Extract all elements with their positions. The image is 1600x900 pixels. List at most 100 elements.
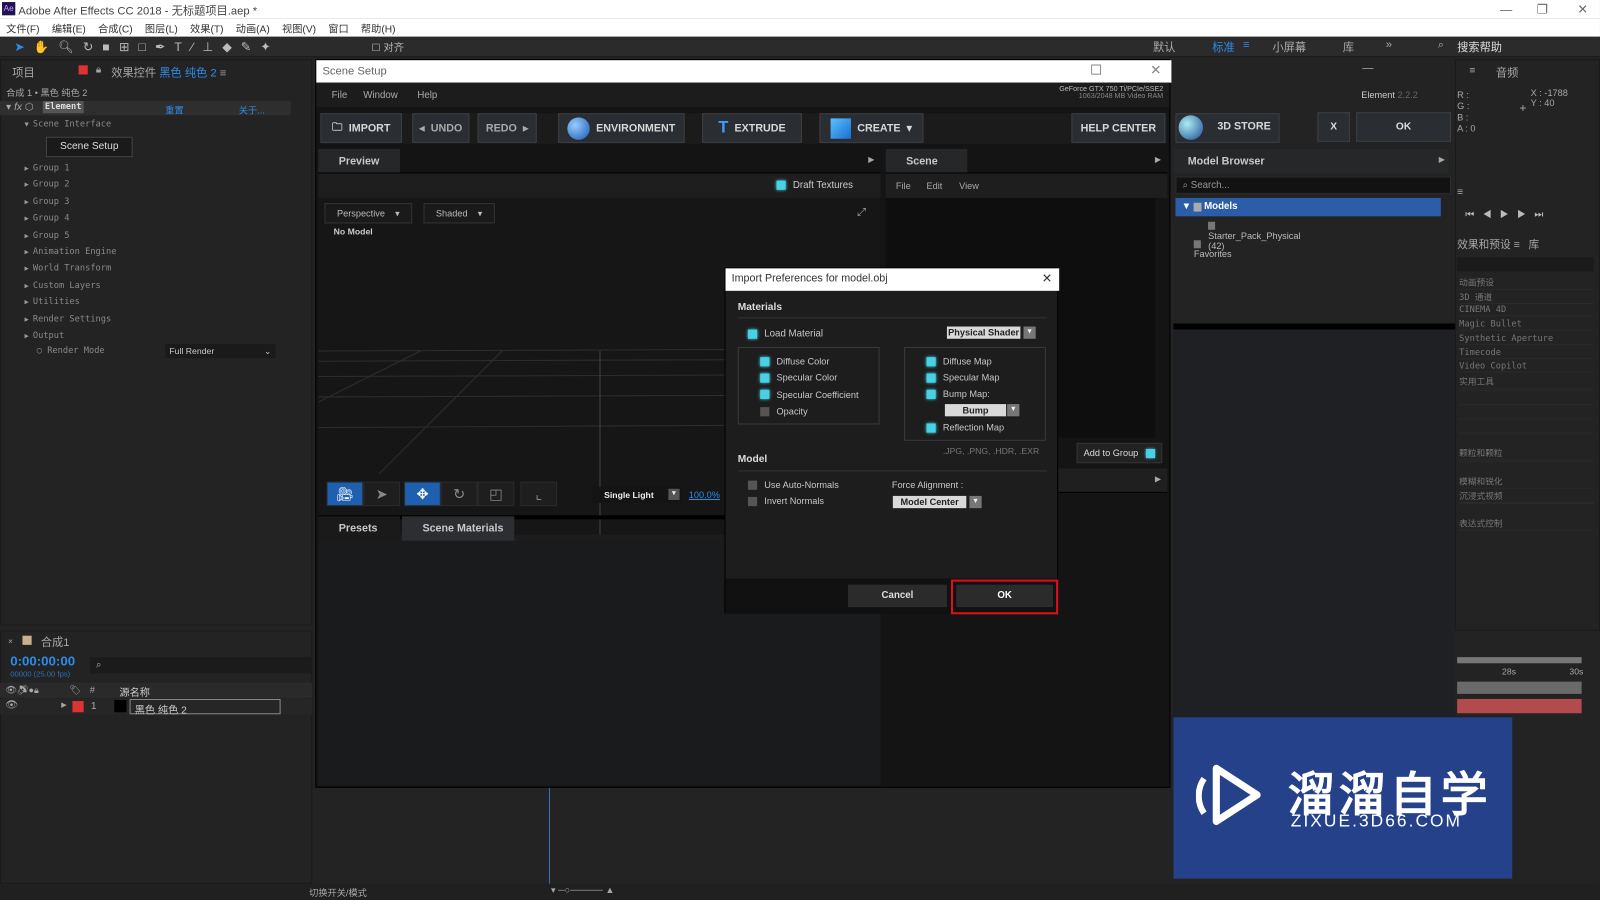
scene-setup-button[interactable]: Scene Setup [45, 136, 133, 158]
checkbox[interactable] [926, 356, 936, 366]
expand-icon[interactable]: ▶ [61, 701, 67, 709]
rectangle-tool-icon[interactable]: □ [138, 39, 145, 53]
material-option-checkbox[interactable]: Specular Coefficient [760, 390, 859, 400]
pan-behind-icon[interactable]: ⊞ [119, 39, 129, 53]
close-icon[interactable]: ✕ [1578, 2, 1588, 16]
checkbox[interactable] [747, 496, 758, 506]
effect-category[interactable]: 实用工具 [1459, 376, 1594, 390]
effect-category[interactable]: 沉浸式视频 [1459, 489, 1594, 503]
effect-group[interactable]: ▶ World Transform [24, 261, 111, 277]
menu-composition[interactable]: 合成(C) [98, 20, 133, 35]
close-scene-button[interactable]: X [1317, 112, 1350, 142]
playhead-line[interactable] [548, 787, 550, 884]
close-icon[interactable]: ✕ [1042, 271, 1052, 285]
effect-group[interactable]: ▶ Output [24, 328, 64, 344]
effect-group[interactable]: ▶ Group 1 [24, 160, 69, 176]
menu-help[interactable]: 帮助(H) [361, 20, 396, 35]
menu-animation[interactable]: 动画(A) [236, 20, 270, 35]
shading-dropdown[interactable]: Shaded ▾ [423, 203, 495, 224]
effect-category[interactable]: 表达式控制 [1459, 518, 1594, 531]
effect-category[interactable]: Magic Bullet [1459, 319, 1594, 331]
expand-icon[interactable]: ▾ fx ⬡ [6, 102, 34, 113]
help-search-input[interactable]: 搜索帮助 [1457, 39, 1502, 55]
panel-menu-arrow-icon[interactable]: ▶ [1155, 474, 1161, 483]
effect-category[interactable]: Video Copilot [1459, 362, 1594, 373]
checkbox[interactable] [926, 422, 936, 433]
material-option-checkbox[interactable]: Specular Color [760, 373, 837, 383]
timeline-search-input[interactable]: ⌕ [89, 657, 313, 674]
toggle-switches-modes[interactable]: 切换开关/模式 [309, 886, 367, 899]
lighting-dropdown[interactable]: Single Light ▾ [591, 486, 682, 504]
auto-normals-checkbox[interactable]: Use Auto-Normals [747, 480, 839, 490]
camera-mode-button[interactable]: 🎥︎ [326, 481, 364, 507]
tab-audio[interactable]: 音频 [1496, 64, 1518, 80]
tab-effects-presets[interactable]: 效果和预设 ≡ [1457, 237, 1520, 252]
workspace-default[interactable]: 默认 [1153, 39, 1175, 55]
effect-group[interactable]: ▶ Group 2 [24, 177, 69, 193]
expand-viewport-icon[interactable]: ⤢ [857, 206, 866, 219]
effect-group[interactable]: ▶ Group 5 [24, 227, 69, 243]
select-mode-button[interactable]: ➤ [363, 481, 400, 507]
info-menu-icon[interactable]: ≡ [1469, 65, 1475, 76]
effect-group[interactable]: ▶ Custom Layers [24, 277, 100, 293]
panel-menu-arrow-icon[interactable]: ▶ [1439, 155, 1445, 164]
effect-category[interactable] [1459, 460, 1594, 462]
material-option-checkbox[interactable]: Opacity [760, 406, 808, 417]
rotate-tool-icon[interactable]: ↻ [83, 39, 93, 53]
workspace-standard[interactable]: 标准 [1212, 39, 1234, 55]
eye-icon[interactable]: 👁︎ [5, 700, 18, 711]
zoom-slider[interactable]: ▾ ─○───── ▲ [551, 885, 614, 896]
draft-textures-checkbox[interactable]: Draft Textures [776, 180, 853, 191]
layer-duration-bar[interactable] [1457, 698, 1582, 714]
tab-library[interactable]: 库 [1529, 237, 1540, 252]
brush-tool-icon[interactable]: ∕ [191, 39, 193, 53]
effect-category[interactable]: 3D 通道 [1459, 291, 1594, 304]
panel-menu-arrow-icon[interactable]: ▶ [1155, 155, 1161, 164]
model-search-input[interactable]: ⌕ Search... [1175, 176, 1452, 194]
effect-category[interactable]: 颗粒和颗粒 [1459, 447, 1594, 460]
selection-tool-icon[interactable]: ➤ [14, 39, 24, 53]
tab-presets[interactable]: Presets [318, 516, 400, 541]
scene-menu-file[interactable]: File [896, 181, 911, 191]
map-option-checkbox[interactable]: Specular Map [926, 372, 1000, 383]
checkbox[interactable] [747, 480, 758, 490]
menu-window[interactable]: Window [363, 90, 397, 101]
menu-file[interactable]: File [332, 90, 348, 101]
checkbox[interactable] [747, 329, 758, 339]
map-option-checkbox[interactable]: Bump Map: [926, 389, 990, 399]
effect-category[interactable]: Timecode [1459, 347, 1594, 359]
shader-dropdown[interactable]: Physical Shader [946, 326, 1021, 339]
workspace-library[interactable]: 库 [1343, 39, 1354, 55]
effect-group[interactable]: ▶ Utilities [24, 294, 79, 310]
import-button[interactable]: 🗀 IMPORT [320, 113, 403, 143]
effect-category[interactable] [1459, 418, 1594, 420]
caret-down-icon[interactable]: ▼ [1023, 326, 1036, 339]
scene-menu-edit[interactable]: Edit [927, 181, 943, 191]
minimize-icon[interactable]: — [1500, 2, 1512, 16]
invert-normals-checkbox[interactable]: Invert Normals [747, 496, 824, 506]
effect-category[interactable] [1459, 404, 1594, 406]
map-option-checkbox[interactable]: Reflection Map [926, 422, 1004, 433]
tab-effect-controls[interactable]: 效果控件 黑色 纯色 2 ≡ [111, 64, 226, 80]
axis-mode-button[interactable]: ⌞ [520, 481, 558, 507]
checkbox[interactable] [760, 406, 770, 417]
alignment-dropdown[interactable]: Model Center [892, 495, 967, 509]
scale-mode-button[interactable]: ◰ [477, 481, 515, 507]
load-material-checkbox[interactable]: Load Material [747, 329, 823, 340]
restore-icon[interactable]: ❐ [1537, 2, 1548, 16]
effect-group[interactable]: ▶ Group 4 [24, 210, 69, 226]
workspace-menu-icon[interactable]: ≡ [1243, 39, 1250, 51]
view-dropdown[interactable]: Perspective ▾ [324, 203, 413, 224]
effect-category[interactable] [1459, 503, 1594, 505]
extrude-button[interactable]: T EXTRUDE [702, 113, 803, 143]
layer-name[interactable]: 黑色 纯色 2 [129, 698, 281, 716]
effect-category[interactable]: 模糊和锐化 [1459, 475, 1594, 489]
lock-icon[interactable]: 🔒︎ [96, 64, 101, 75]
menu-layer[interactable]: 图层(L) [145, 20, 178, 35]
effects-search-input[interactable] [1457, 257, 1594, 272]
ok-button[interactable]: OK [956, 584, 1054, 608]
effect-category[interactable]: Synthetic Aperture [1459, 333, 1594, 345]
hand-tool-icon[interactable]: ✋ [34, 39, 49, 53]
tab-project[interactable]: 项目 [12, 64, 34, 80]
timecode[interactable]: 0:00:00:00 [10, 653, 75, 668]
